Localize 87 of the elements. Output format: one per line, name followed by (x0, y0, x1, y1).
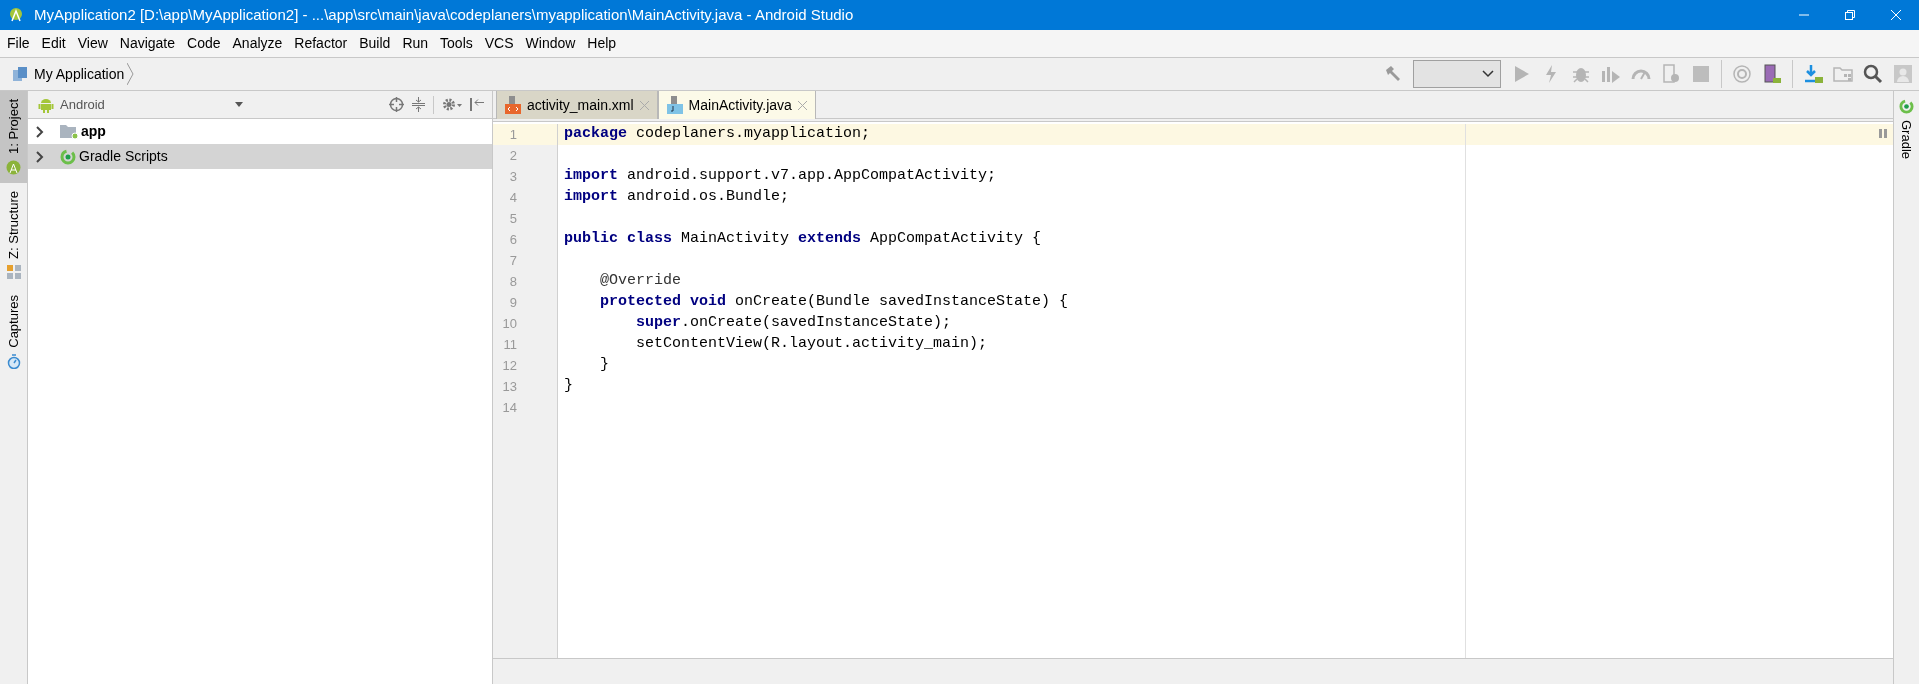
hammer-icon[interactable] (1383, 64, 1403, 84)
gradle-icon (1899, 99, 1914, 114)
tool-window-tab[interactable]: Z: Structure (0, 182, 27, 287)
crosshair-icon[interactable] (389, 97, 404, 112)
menu-item[interactable]: VCS (478, 30, 520, 57)
stop-icon[interactable] (1691, 64, 1711, 84)
line-number: 4 (509, 188, 517, 207)
menu-item[interactable]: Analyze (226, 30, 289, 57)
tree-item-label: Gradle Scripts (79, 147, 168, 166)
tool-window-tab[interactable]: Captures (0, 286, 27, 377)
breadcrumb-label: My Application (34, 64, 125, 84)
line-number: 14 (502, 398, 517, 417)
line-number: 5 (509, 209, 517, 228)
phone-android-icon[interactable] (1762, 64, 1782, 84)
code-line: import android.os.Bundle; (564, 187, 790, 208)
menu-item[interactable]: Navigate (113, 30, 182, 57)
chevron-down-icon (1482, 70, 1494, 78)
android-logo-icon (8, 7, 24, 23)
target-icon[interactable] (1732, 64, 1752, 84)
menu-item[interactable]: Refactor (288, 30, 354, 57)
line-number: 7 (509, 251, 517, 270)
android-icon (6, 159, 21, 175)
tree-item[interactable]: Gradle Scripts (28, 144, 492, 169)
breadcrumb[interactable]: My Application (12, 58, 135, 90)
xml-file-icon (505, 96, 521, 114)
stopwatch-icon (6, 353, 21, 369)
folder-grid-icon[interactable] (1833, 64, 1853, 84)
editor-tab[interactable]: activity_main.xml (496, 91, 658, 119)
line-number: 2 (509, 146, 517, 165)
code-line: setContentView(R.layout.activity_main); (635, 334, 988, 355)
line-number: 9 (509, 293, 517, 312)
line-number: 3 (509, 167, 517, 186)
menu-item[interactable]: Build (353, 30, 397, 57)
menu-item[interactable]: Window (519, 30, 582, 57)
menu-item[interactable]: Code (181, 30, 227, 57)
code-line: @Override (599, 271, 682, 292)
menu-item[interactable]: View (71, 30, 114, 57)
line-number: 12 (502, 356, 517, 375)
close-icon[interactable] (639, 100, 649, 110)
collapse-all-icon[interactable] (412, 97, 425, 112)
code-line: package codeplaners.myapplication; (564, 124, 871, 145)
menu-item[interactable]: Tools (434, 30, 479, 57)
user-icon[interactable] (1893, 64, 1913, 84)
gradle-icon (60, 148, 76, 165)
line-number: 8 (509, 272, 517, 291)
java-file-icon (666, 96, 683, 114)
code-line: public class MainActivity extends AppCompatActivity { (564, 229, 1042, 250)
code-line: } (564, 376, 573, 397)
line-number: 10 (502, 314, 517, 333)
editor-tab[interactable]: MainActivity.java (657, 91, 816, 119)
download-android-icon[interactable] (1803, 64, 1823, 84)
structure-icon (6, 264, 21, 279)
close-icon (1891, 10, 1901, 20)
restore-icon (1845, 10, 1855, 20)
line-number: 11 (503, 335, 517, 354)
inspection-status-icon[interactable] (1879, 129, 1887, 138)
menu-item[interactable]: Edit (35, 30, 72, 57)
hide-panel-icon[interactable] (470, 97, 484, 112)
menu-item[interactable]: Help (581, 30, 623, 57)
profiler-icon[interactable] (1601, 64, 1621, 84)
android-icon (38, 96, 54, 113)
project-view-label: Android (60, 95, 105, 114)
tree-item-label: app (81, 122, 106, 141)
dropdown-arrow-icon (235, 102, 243, 107)
window-title: MyApplication2 [D:\app\MyApplication2] - ...\app\src\main\java\codeplaners\myapplication\MainActivity.java - Android Studio (34, 4, 854, 25)
chevron-right-icon[interactable] (36, 150, 44, 163)
search-icon[interactable] (1863, 64, 1883, 84)
line-number: 1 (509, 125, 517, 144)
menu-item[interactable]: File (1, 30, 36, 57)
line-number: 13 (502, 377, 517, 396)
tool-window-tab[interactable]: Gradle (1894, 91, 1919, 168)
tool-window-tab[interactable]: 1: Project (0, 91, 27, 183)
code-line: super.onCreate(savedInstanceState); (635, 313, 952, 334)
menu-item[interactable]: Run (396, 30, 435, 57)
code-line: protected void onCreate(Bundle savedInstanceState) { (599, 292, 1069, 313)
project-icon (12, 66, 28, 82)
line-number: 6 (509, 230, 517, 249)
run-configuration-dropdown[interactable] (1413, 60, 1501, 88)
folder-icon (60, 124, 78, 139)
device-bug-icon[interactable] (1661, 64, 1681, 84)
code-line: } (599, 355, 609, 376)
close-icon[interactable] (797, 100, 807, 110)
chevron-right-icon (127, 63, 135, 85)
settings-icon[interactable] (442, 97, 462, 112)
code-editor[interactable] (493, 121, 1893, 658)
code-line: import android.support.v7.app.AppCompatActivity; (564, 166, 997, 187)
chevron-right-icon[interactable] (36, 125, 44, 138)
